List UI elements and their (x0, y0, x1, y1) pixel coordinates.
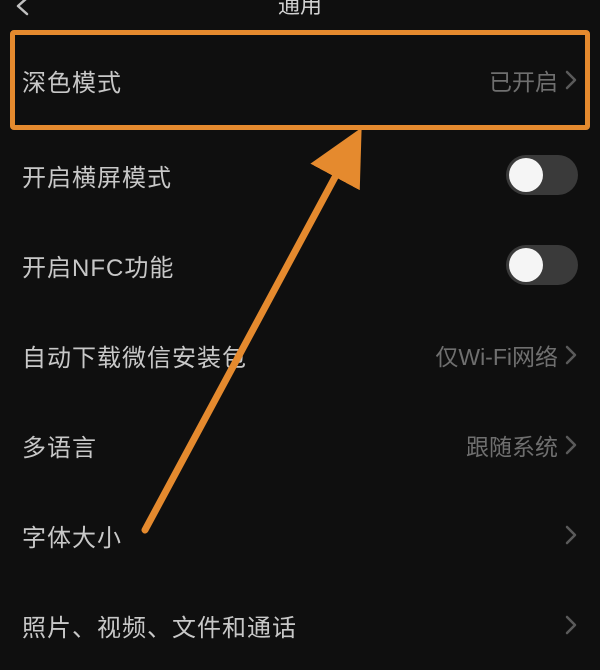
row-label: 照片、视频、文件和通话 (22, 608, 297, 643)
row-language[interactable]: 多语言 跟随系统 (0, 400, 600, 490)
row-nfc: 开启NFC功能 (0, 220, 600, 310)
row-media[interactable]: 照片、视频、文件和通话 (0, 580, 600, 670)
row-label: 字体大小 (22, 518, 122, 553)
chevron-right-icon (564, 614, 578, 636)
toggle-knob (509, 248, 543, 282)
row-label: 开启NFC功能 (22, 248, 174, 283)
row-value-group: 跟随系统 (466, 428, 578, 462)
row-label: 多语言 (22, 428, 97, 463)
back-icon[interactable] (14, 0, 32, 21)
page-title: 通用 (278, 1, 322, 11)
row-landscape: 开启横屏模式 (0, 130, 600, 220)
row-value: 已开启 (489, 63, 558, 97)
row-value-group: 已开启 (489, 63, 578, 97)
row-label: 深色模式 (22, 63, 122, 98)
row-value-group (564, 614, 578, 636)
row-label: 自动下载微信安装包 (22, 338, 247, 373)
toggle-knob (509, 158, 543, 192)
row-value: 仅Wi-Fi网络 (435, 338, 558, 372)
row-value: 跟随系统 (466, 428, 558, 462)
row-font-size[interactable]: 字体大小 (0, 490, 600, 580)
row-auto-download[interactable]: 自动下载微信安装包 仅Wi-Fi网络 (0, 310, 600, 400)
header-bar: 通用 (0, 0, 600, 30)
row-value-group: 仅Wi-Fi网络 (435, 338, 578, 372)
row-value-group (564, 524, 578, 546)
chevron-right-icon (564, 434, 578, 456)
chevron-right-icon (564, 69, 578, 91)
toggle-nfc[interactable] (506, 245, 578, 285)
row-dark-mode[interactable]: 深色模式 已开启 (0, 30, 600, 130)
chevron-right-icon (564, 344, 578, 366)
toggle-landscape[interactable] (506, 155, 578, 195)
row-label: 开启横屏模式 (22, 158, 172, 193)
chevron-right-icon (564, 524, 578, 546)
